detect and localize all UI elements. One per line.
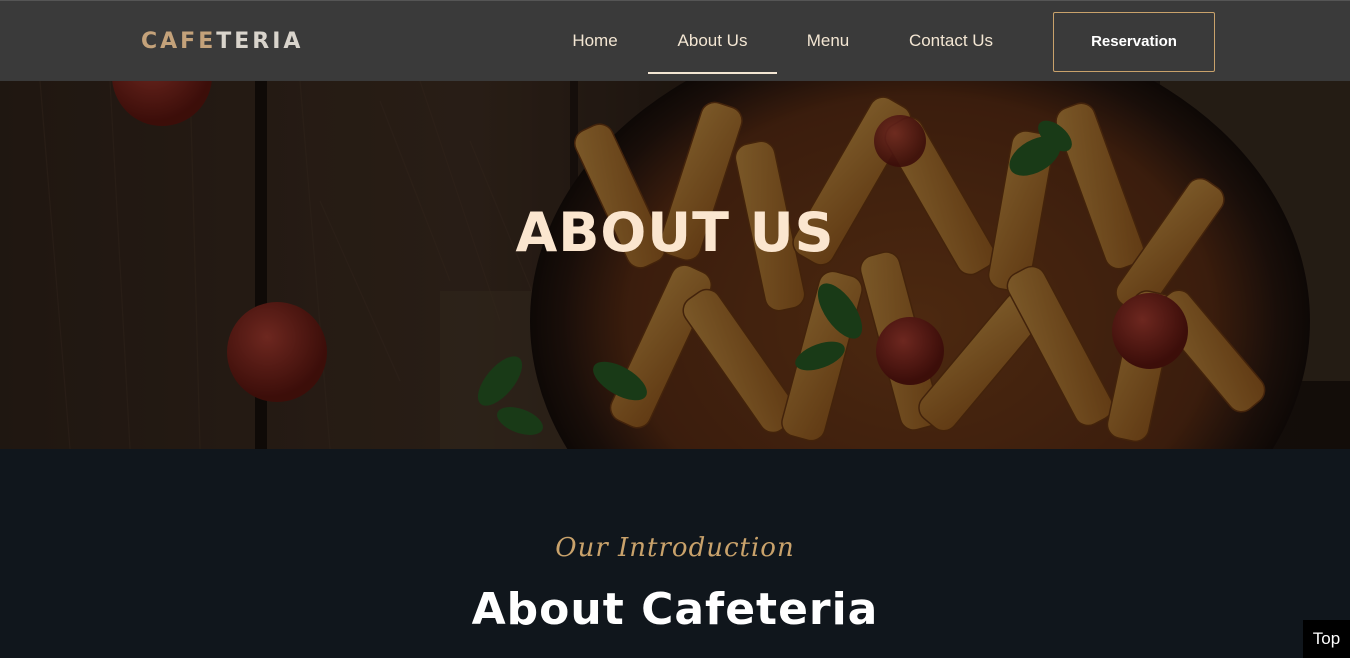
back-to-top-button[interactable]: Top bbox=[1303, 620, 1350, 658]
reservation-button[interactable]: Reservation bbox=[1053, 12, 1215, 72]
intro-title: About Cafeteria bbox=[471, 584, 879, 635]
logo-text-cafe: CAFE bbox=[141, 29, 217, 54]
hero-banner: ABOUT US bbox=[0, 81, 1350, 449]
site-header: CAFETERIA Home About Us Menu Contact Us … bbox=[0, 0, 1350, 81]
nav-home[interactable]: Home bbox=[560, 1, 630, 82]
intro-section: Our Introduction About Cafeteria bbox=[0, 449, 1350, 658]
intro-subtitle: Our Introduction bbox=[555, 533, 795, 563]
hero-background-image bbox=[0, 81, 1350, 449]
nav-contact-us[interactable]: Contact Us bbox=[900, 1, 1002, 82]
nav-menu[interactable]: Menu bbox=[797, 1, 859, 82]
nav-about-us[interactable]: About Us bbox=[648, 1, 777, 82]
logo-text-teria: TERIA bbox=[216, 29, 304, 54]
hero-title: ABOUT US bbox=[515, 201, 835, 264]
site-logo[interactable]: CAFETERIA bbox=[141, 29, 303, 55]
